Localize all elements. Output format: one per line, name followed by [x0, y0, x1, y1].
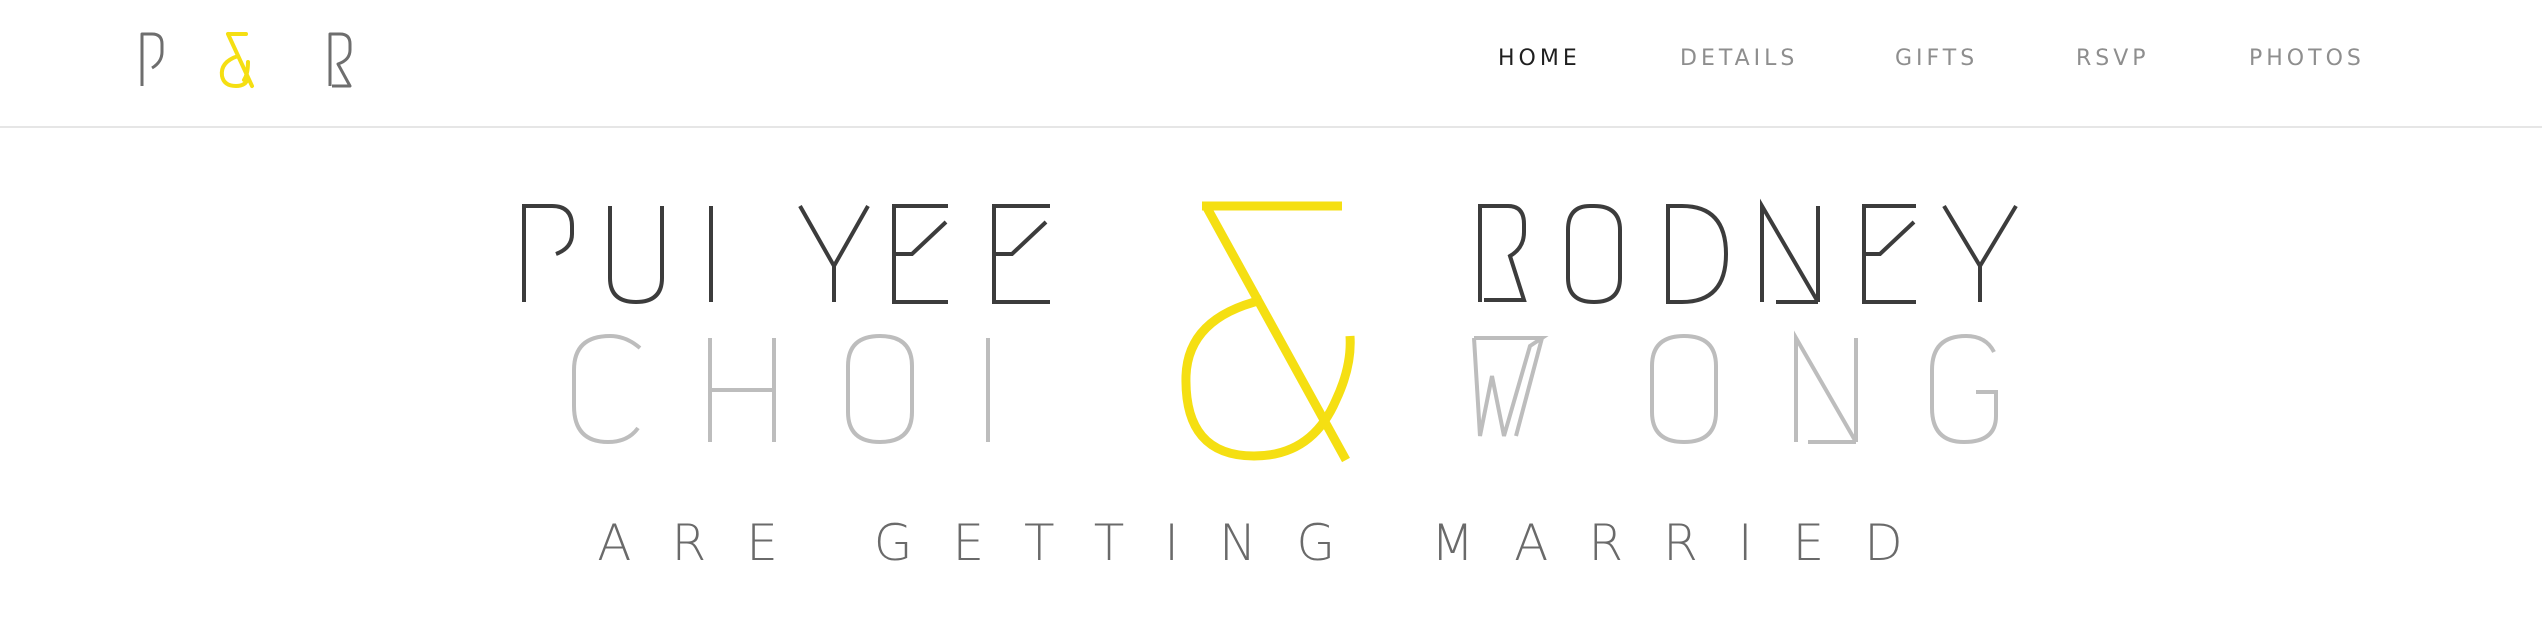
nav-photos[interactable]: PHOTOS	[2249, 46, 2365, 71]
nav-home[interactable]: HOME	[1498, 46, 1581, 71]
hero-section: PUI YEE CHOI & RODNEY WONG	[0, 130, 2542, 640]
site-header: P & R HOME DETAILS GIFTS RSVP PHOTOS	[0, 0, 2542, 128]
nav-gifts[interactable]: GIFTS	[1895, 46, 1978, 71]
tagline-svg-text: ARE GETTING MARRIED	[597, 514, 1942, 572]
main-nav: HOME DETAILS GIFTS RSVP PHOTOS	[0, 46, 2542, 76]
tagline-art: ARE GETTING MARRIED	[597, 514, 1942, 572]
nav-details[interactable]: DETAILS	[1680, 46, 1798, 71]
nav-rsvp[interactable]: RSVP	[2076, 46, 2150, 71]
tagline: ARE GETTING MARRIED ARE GETTING MARRIED	[0, 130, 2542, 640]
